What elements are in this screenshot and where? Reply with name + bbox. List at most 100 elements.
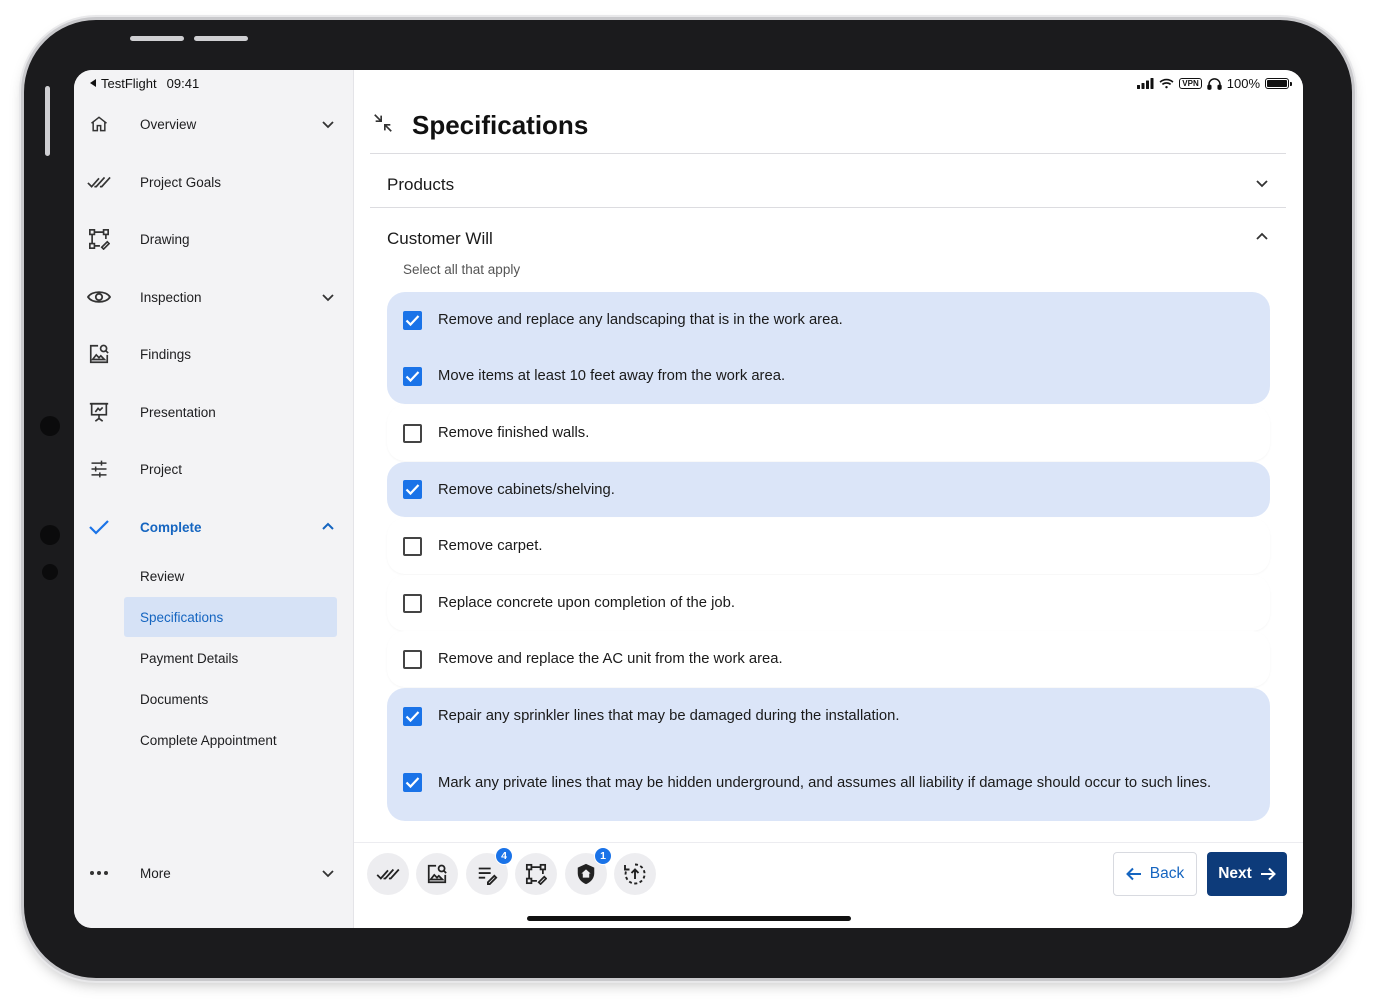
back-label: Back [1149, 865, 1185, 882]
top-button [130, 36, 184, 41]
option-row[interactable]: Mark any private lines that may be hidde… [387, 744, 1270, 821]
checkbox-unchecked[interactable] [403, 649, 422, 669]
top-button [194, 36, 248, 41]
option-row[interactable]: Repair any sprinkler lines that may be d… [387, 688, 1270, 744]
status-bar: VPN 100% [1137, 76, 1292, 91]
option-label: Mark any private lines that may be hidde… [438, 774, 1212, 791]
option-label: Remove finished walls. [438, 425, 590, 441]
option-row[interactable]: Remove and replace any landscaping that … [387, 292, 1270, 348]
presentation-icon [87, 400, 111, 424]
status-time: 09:41 [166, 76, 200, 91]
double-check-icon [87, 170, 111, 194]
image-search-icon [427, 864, 447, 884]
status-back-app[interactable]: TestFlight 09:41 [90, 76, 199, 91]
headphones-icon [1207, 77, 1222, 90]
arrow-left-icon [1125, 867, 1141, 881]
tool-sync[interactable] [614, 853, 656, 895]
upload-sync-icon [624, 863, 646, 885]
checkbox-unchecked[interactable] [403, 423, 422, 443]
option-label: Repair any sprinkler lines that may be d… [438, 708, 900, 724]
sidebar-item-project-goals[interactable]: Project Goals [74, 160, 354, 204]
option-group: Remove finished walls. [387, 405, 1270, 461]
tool-notes[interactable]: 4 [466, 847, 513, 895]
vpn-badge: VPN [1179, 78, 1202, 89]
option-row[interactable]: Remove cabinets/shelving. [387, 462, 1270, 517]
draw-shape-icon [525, 863, 547, 885]
more-dots-icon [87, 861, 111, 885]
tool-project-goals[interactable] [367, 853, 409, 895]
checkbox-checked[interactable] [403, 366, 422, 386]
chevron-down-icon [1256, 180, 1268, 188]
checkbox-checked[interactable] [403, 480, 422, 499]
chevron-down-icon [322, 121, 334, 129]
option-group: Replace concrete upon completion of the … [387, 575, 1270, 631]
back-button[interactable]: Back [1113, 852, 1197, 896]
option-row[interactable]: Move items at least 10 feet away from th… [387, 348, 1270, 404]
sidebar-more-label: More [140, 865, 171, 881]
option-row[interactable]: Remove finished walls. [387, 405, 1270, 461]
sliders-icon [87, 457, 111, 481]
customer-will-section-header[interactable]: Customer Will [370, 208, 1286, 258]
next-label: Next [1218, 865, 1252, 882]
option-row[interactable]: Replace concrete upon completion of the … [387, 575, 1270, 631]
sidebar-item-label: Project Goals [140, 174, 222, 190]
notes-badge: 4 [495, 847, 513, 865]
sidebar-item-drawing[interactable]: Drawing [74, 217, 354, 261]
option-group: Remove and replace any landscaping that … [387, 292, 1270, 404]
checkbox-unchecked[interactable] [403, 593, 422, 613]
battery-percent: 100% [1226, 76, 1260, 91]
collapse-arrows-icon[interactable] [372, 112, 394, 134]
tool-drawing[interactable] [515, 853, 557, 895]
tool-findings[interactable] [416, 853, 458, 895]
sidebar-item-inspection[interactable]: Inspection [74, 275, 354, 319]
option-row[interactable]: Remove and replace the AC unit from the … [387, 631, 1270, 687]
draw-shape-icon [87, 227, 111, 251]
sidebar-item-label: Drawing [140, 231, 190, 247]
option-label: Remove carpet. [438, 538, 543, 554]
wifi-icon [1159, 78, 1174, 89]
option-row[interactable]: Remove carpet. [387, 518, 1270, 574]
products-title: Products [387, 175, 455, 194]
check-icon [87, 515, 111, 539]
tool-warranty[interactable]: 1 [565, 847, 612, 895]
sidebar-item-complete[interactable]: Complete [74, 505, 354, 549]
sidebar-item-label: Findings [140, 346, 192, 362]
warranty-badge: 1 [594, 847, 612, 865]
camera-dot [40, 416, 60, 436]
back-triangle-icon [90, 79, 96, 87]
sidebar-subitem-payment-details[interactable]: Payment Details [124, 638, 337, 678]
notes-edit-icon [478, 867, 498, 885]
page-title: Specifications [412, 110, 589, 140]
checkbox-checked[interactable] [403, 706, 422, 726]
battery-icon [1265, 78, 1292, 89]
next-button[interactable]: Next [1207, 852, 1287, 896]
sidebar: TestFlight 09:41 Overview Project Goals D… [74, 70, 354, 928]
sidebar-subitem-review[interactable]: Review [124, 556, 337, 596]
checkbox-unchecked[interactable] [403, 536, 422, 556]
chevron-down-icon [322, 294, 334, 302]
sidebar-item-presentation[interactable]: Presentation [74, 390, 354, 434]
sidebar-item-overview[interactable]: Overview [74, 102, 354, 146]
chevron-up-icon [322, 522, 334, 530]
sidebar-subitem-specifications[interactable]: Specifications [124, 597, 337, 637]
products-section-header[interactable]: Products [370, 154, 1286, 207]
select-hint: Select all that apply [403, 262, 521, 277]
camera-dot [42, 564, 58, 580]
sidebar-item-more[interactable]: More [74, 851, 354, 895]
app-screen: TestFlight 09:41 Overview Project Goals D… [74, 70, 1303, 928]
option-group: Remove and replace the AC unit from the … [387, 631, 1270, 687]
option-label: Remove and replace any landscaping that … [438, 312, 843, 328]
eye-icon [87, 285, 111, 309]
checkbox-checked[interactable] [403, 310, 422, 330]
option-group: Remove cabinets/shelving. [387, 462, 1270, 517]
option-label: Remove and replace the AC unit from the … [438, 651, 783, 667]
sidebar-item-label: Presentation [140, 404, 216, 420]
sidebar-item-findings[interactable]: Findings [74, 332, 354, 376]
signal-icon [1137, 78, 1154, 89]
sidebar-item-project[interactable]: Project [74, 447, 354, 491]
sidebar-subitem-complete-appointment[interactable]: Complete Appointment [124, 720, 337, 760]
sidebar-subitem-documents[interactable]: Documents [124, 679, 337, 719]
sidebar-item-label: Inspection [140, 289, 202, 305]
sidebar-item-label: Complete [140, 519, 202, 535]
checkbox-checked[interactable] [403, 773, 422, 792]
